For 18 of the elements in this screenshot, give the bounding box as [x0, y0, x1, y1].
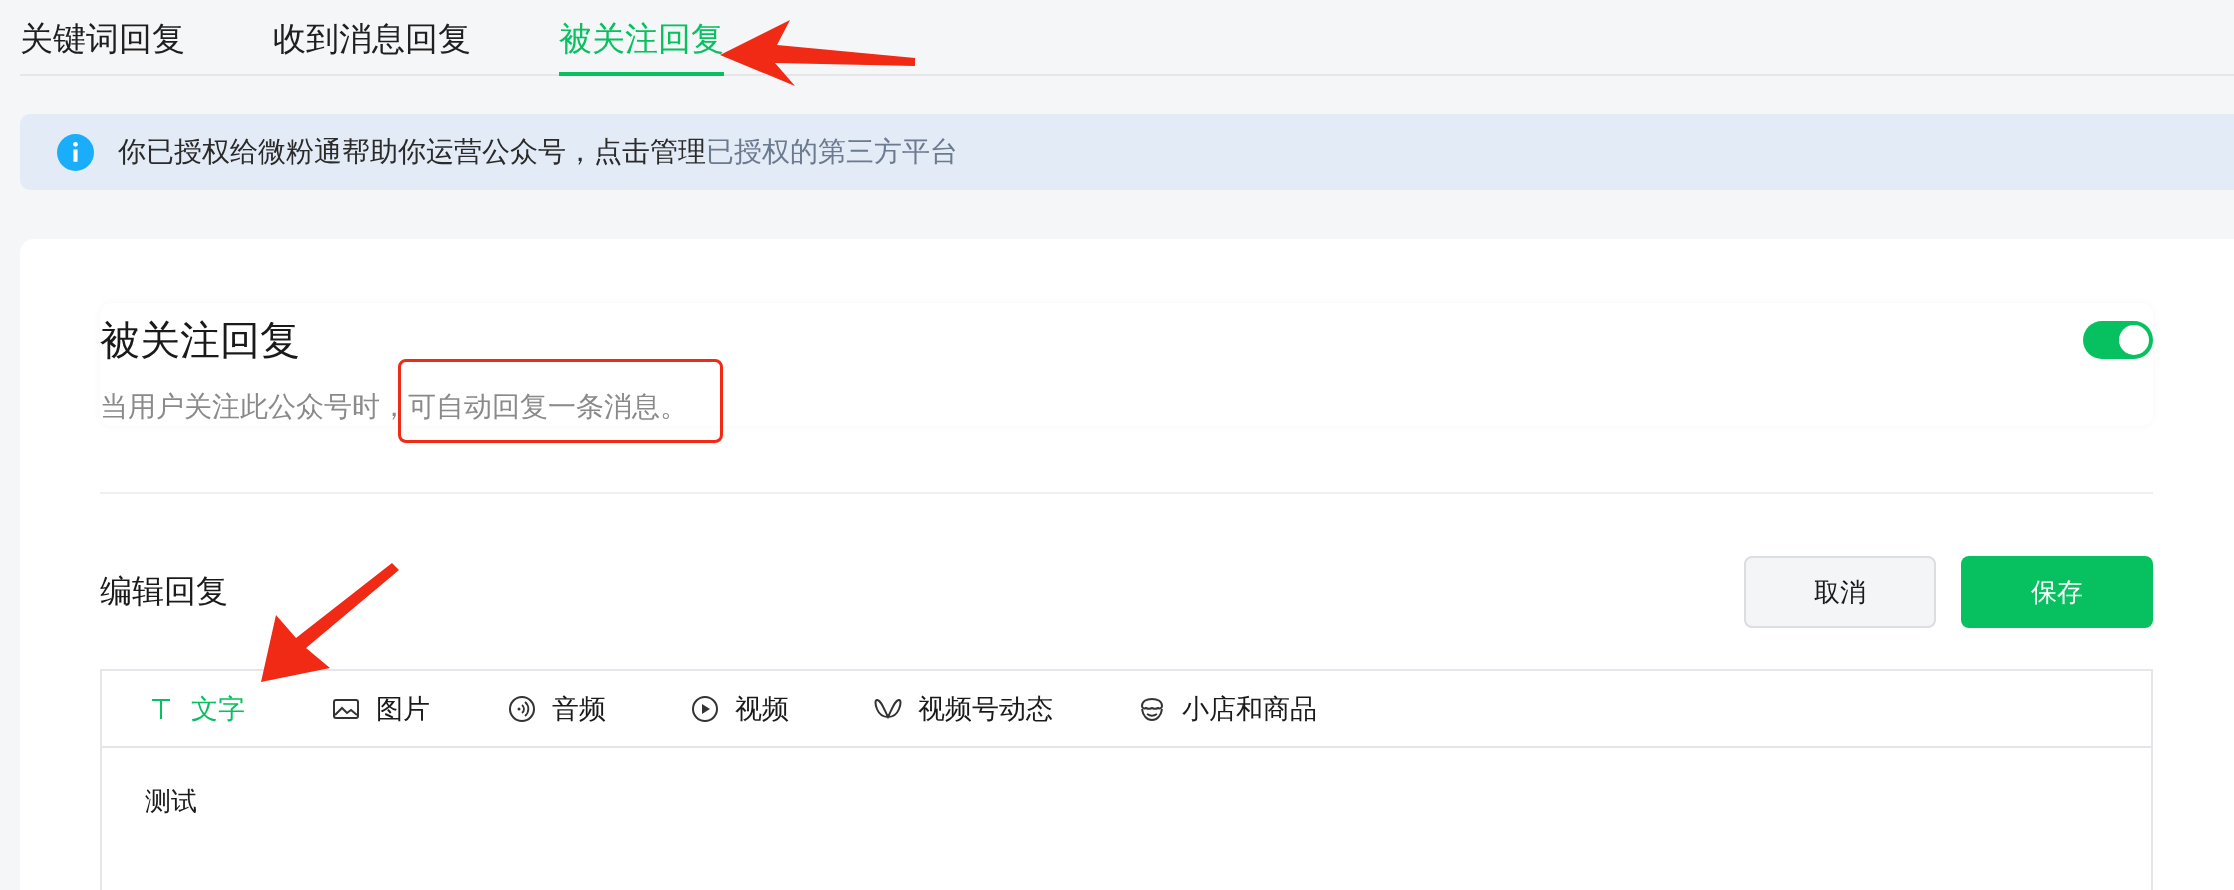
info-icon	[57, 133, 94, 171]
play-icon	[691, 694, 719, 723]
editor-title: 编辑回复	[100, 572, 228, 611]
message-type-tab[interactable]: 音频	[508, 690, 606, 727]
section-title: 被关注回复	[100, 317, 301, 364]
reply-content: 测试	[145, 785, 198, 818]
authorized-platforms-link[interactable]: 已授权的第三方平台	[706, 136, 958, 167]
toggle-switch[interactable]	[2083, 321, 2153, 359]
message-type-tab[interactable]: 视频	[691, 690, 789, 727]
message-type-tab[interactable]: 小店和商品	[1138, 690, 1317, 727]
audio-icon	[508, 694, 536, 723]
message-type-tab[interactable]: 视频号动态	[874, 690, 1053, 727]
cancel-button[interactable]: 取消	[1744, 556, 1936, 628]
notice-text: 你已授权给微粉通帮助你运营公众号，点击管理已授权的第三方平台	[118, 135, 958, 169]
tab[interactable]: 关键词回复	[20, 18, 185, 76]
message-type-tab[interactable]: 图片	[332, 690, 430, 727]
tab[interactable]: 收到消息回复	[273, 18, 471, 76]
section-description: 当用户关注此公众号时，可自动回复一条消息。	[100, 390, 688, 424]
